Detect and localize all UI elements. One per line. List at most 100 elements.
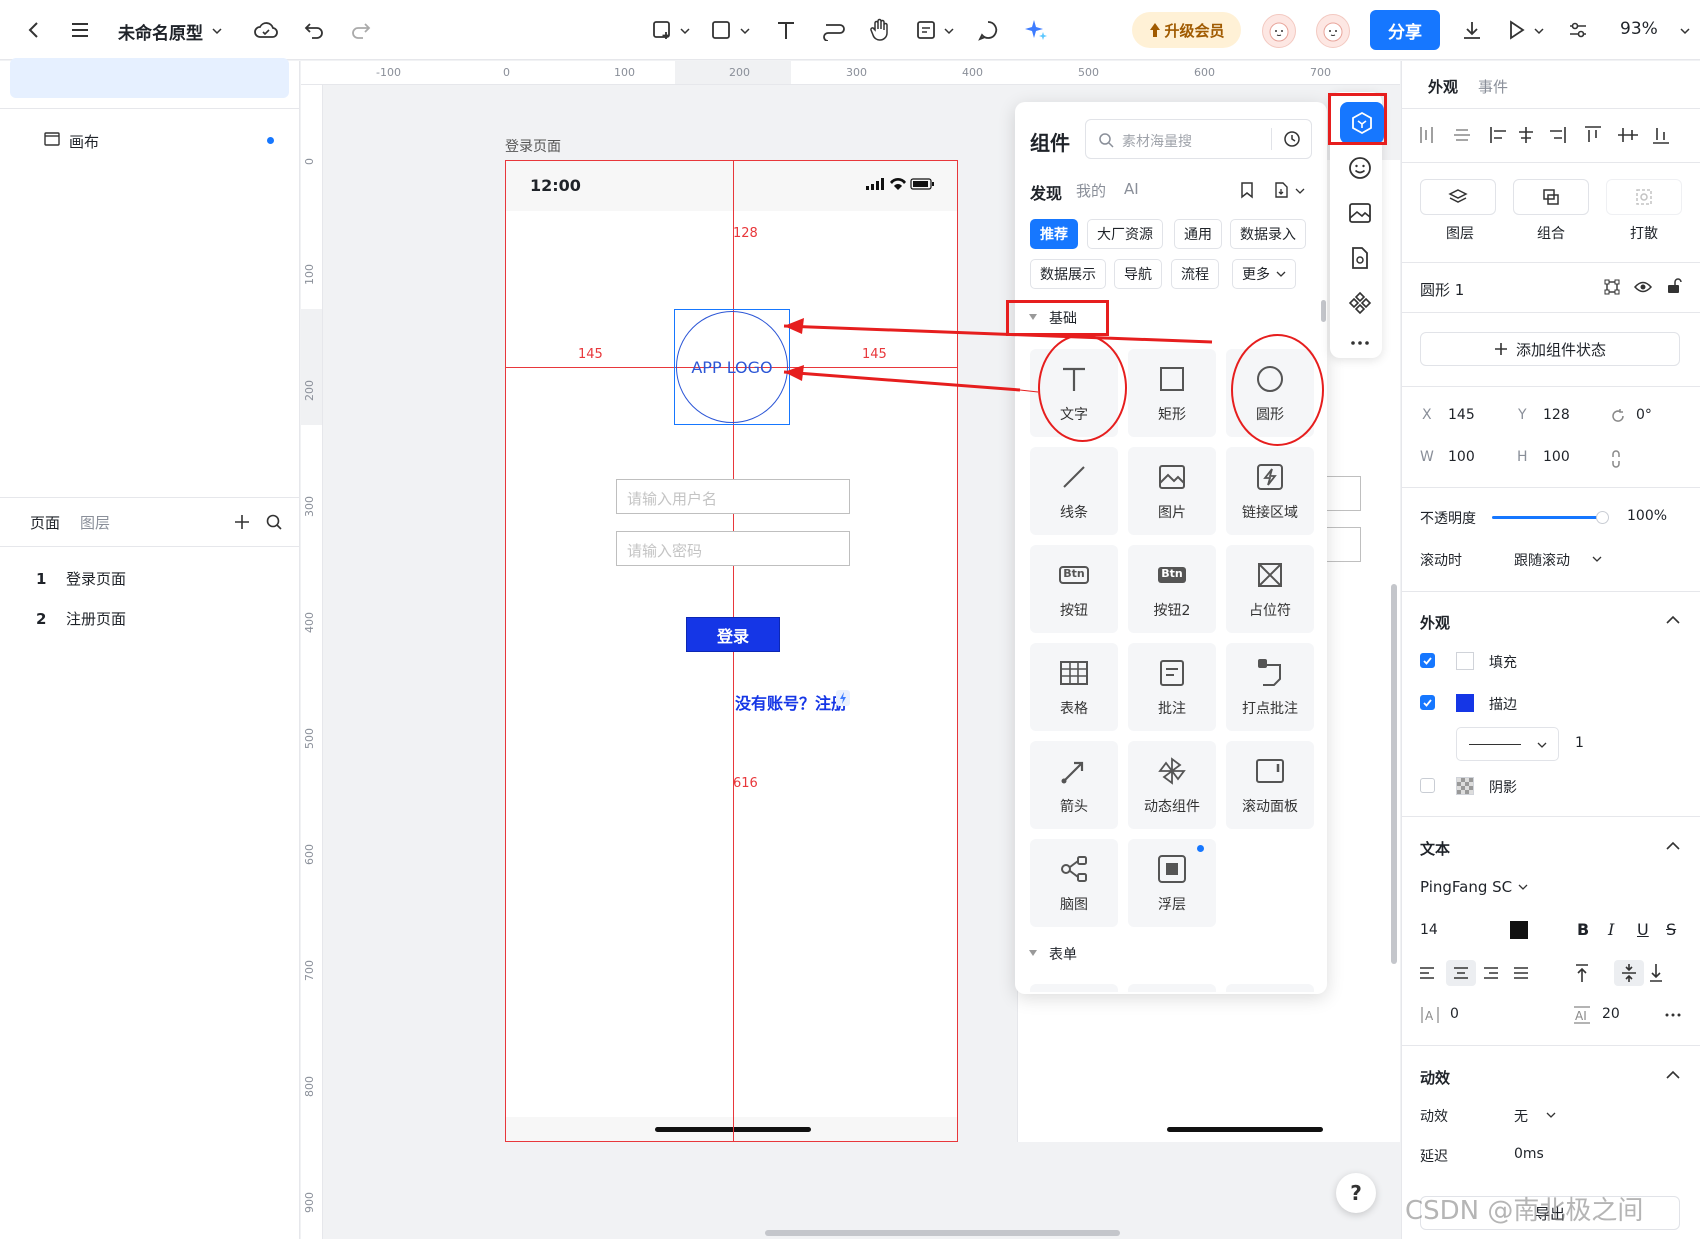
x-value-field[interactable]: 145 [1448, 407, 1475, 423]
chevron-down-icon[interactable] [740, 26, 750, 36]
cloud-sync-icon[interactable] [250, 14, 282, 46]
bold-icon[interactable]: B [1577, 920, 1589, 939]
chip-navigation[interactable]: 导航 [1114, 259, 1162, 289]
component-library-icon[interactable] [1347, 290, 1373, 316]
shadow-color-swatch[interactable] [1456, 777, 1474, 795]
italic-icon[interactable]: I [1608, 920, 1614, 939]
ai-sparkle-icon[interactable] [1020, 14, 1052, 46]
chevron-down-icon[interactable] [1680, 26, 1690, 36]
text-color-swatch[interactable] [1510, 921, 1528, 939]
component-tile-button[interactable]: Btn 按钮 [1030, 545, 1118, 633]
animation-select[interactable]: 无 [1514, 1106, 1528, 1126]
history-icon[interactable] [1283, 130, 1301, 148]
add-state-button[interactable]: 添加组件状态 [1420, 332, 1680, 366]
rectangle-tool-icon[interactable] [705, 14, 737, 46]
fill-color-swatch[interactable] [1456, 652, 1474, 670]
image-icon[interactable] [1347, 200, 1373, 226]
component-tile-arrow[interactable]: 箭头 [1030, 741, 1118, 829]
component-tile-overlay[interactable]: 浮层 [1128, 839, 1216, 927]
bookmark-icon[interactable] [1240, 181, 1254, 199]
zoom-level[interactable]: 93% [1620, 19, 1658, 39]
redo-icon[interactable] [345, 14, 377, 46]
component-tile-placeholder[interactable]: 占位符 [1226, 545, 1314, 633]
layer-button[interactable] [1420, 179, 1496, 215]
password-input[interactable]: 请输入密码 [616, 531, 850, 566]
emoji-icon[interactable] [1347, 155, 1373, 181]
opacity-value[interactable]: 100% [1627, 508, 1667, 524]
chevron-down-icon[interactable] [944, 26, 954, 36]
login-button[interactable]: 登录 [686, 617, 780, 652]
tab-events[interactable]: 事件 [1478, 76, 1508, 97]
chevron-up-icon[interactable] [1666, 1070, 1680, 1080]
panel-scrollbar[interactable] [1321, 300, 1326, 322]
undo-icon[interactable] [298, 14, 330, 46]
scroll-behavior-select[interactable]: 跟随滚动 [1514, 550, 1570, 570]
search-icon[interactable] [265, 513, 283, 531]
shadow-checkbox[interactable] [1420, 778, 1435, 793]
avatar[interactable] [1316, 14, 1350, 48]
component-tile-scroll-panel[interactable]: 滚动面板 [1226, 741, 1314, 829]
text-tool-icon[interactable] [770, 14, 802, 46]
strikethrough-icon[interactable]: S [1666, 920, 1676, 939]
component-tile-dot-note[interactable]: 打点批注 [1226, 643, 1314, 731]
page-item[interactable]: 2 注册页面 [36, 608, 126, 629]
back-icon[interactable] [18, 14, 50, 46]
section-form[interactable]: 表单 [1049, 944, 1077, 964]
chevron-down-icon[interactable] [1592, 554, 1602, 564]
share-button[interactable]: 分享 [1370, 10, 1440, 50]
font-size-field[interactable]: 14 [1420, 922, 1438, 938]
scatter-button[interactable] [1606, 179, 1682, 215]
import-file-icon[interactable] [1273, 181, 1289, 199]
rotation-field[interactable]: 0° [1636, 407, 1652, 423]
tab-appearance[interactable]: 外观 [1428, 76, 1458, 97]
register-link[interactable]: 没有账号？注册 [735, 690, 847, 714]
note-tool-icon[interactable] [910, 14, 942, 46]
chevron-up-icon[interactable] [1666, 841, 1680, 851]
visibility-eye-icon[interactable] [1634, 280, 1652, 294]
play-preview-icon[interactable] [1500, 14, 1532, 46]
document-title[interactable]: 未命名原型 [118, 19, 203, 44]
download-icon[interactable] [1456, 14, 1488, 46]
collapse-triangle-icon[interactable] [1028, 949, 1038, 957]
canvas-horizontal-scrollbar[interactable] [765, 1230, 1120, 1236]
username-input[interactable]: 请输入用户名 [616, 479, 850, 514]
chip-more[interactable]: 更多 [1232, 259, 1296, 289]
avatar[interactable] [1262, 14, 1296, 48]
component-search-input[interactable]: 素材海量搜 [1085, 119, 1312, 159]
tab-layers[interactable]: 图层 [80, 512, 110, 533]
line-height-field[interactable]: 20 [1602, 1006, 1620, 1022]
file-link-icon[interactable] [1347, 245, 1373, 271]
chip-data-display[interactable]: 数据展示 [1030, 259, 1106, 289]
width-field[interactable]: 100 [1448, 449, 1475, 465]
font-family-select[interactable]: PingFang SC [1420, 878, 1512, 896]
delay-field[interactable]: 0ms [1514, 1146, 1544, 1162]
component-tile-button2[interactable]: Btn 按钮2 [1128, 545, 1216, 633]
lock-ratio-icon[interactable] [1610, 450, 1622, 468]
frame-tool-icon[interactable] [646, 14, 678, 46]
alignment-toolbar[interactable] [1418, 124, 1688, 146]
chip-flow[interactable]: 流程 [1171, 259, 1219, 289]
canvas-list-item[interactable] [10, 58, 289, 98]
settings-sliders-icon[interactable] [1562, 14, 1594, 46]
component-tile-mindmap[interactable]: 脑图 [1030, 839, 1118, 927]
connector-tool-icon[interactable] [818, 14, 850, 46]
frame-label[interactable]: 登录页面 [505, 136, 561, 156]
chevron-down-icon[interactable] [1295, 186, 1305, 196]
letter-spacing-field[interactable]: 0 [1450, 1006, 1459, 1022]
add-page-icon[interactable] [233, 513, 251, 531]
chevron-down-icon[interactable] [680, 26, 690, 36]
component-tile-image[interactable]: 图片 [1128, 447, 1216, 535]
tab-ai[interactable]: AI [1124, 180, 1139, 198]
canvas-vertical-scrollbar[interactable] [1391, 584, 1397, 964]
more-horizontal-icon[interactable] [1347, 330, 1373, 356]
unlock-icon[interactable] [1666, 278, 1682, 294]
chip-data-entry[interactable]: 数据录入 [1230, 219, 1306, 249]
text-align-toolbar[interactable] [1418, 960, 1688, 986]
chevron-down-icon[interactable] [1546, 1110, 1556, 1120]
tab-pages[interactable]: 页面 [30, 512, 60, 533]
tab-discover[interactable]: 发现 [1030, 180, 1062, 204]
fit-bounds-icon[interactable] [1604, 279, 1620, 295]
group-button[interactable] [1513, 179, 1589, 215]
help-button[interactable]: ? [1336, 1173, 1376, 1213]
chip-general[interactable]: 通用 [1174, 219, 1222, 249]
